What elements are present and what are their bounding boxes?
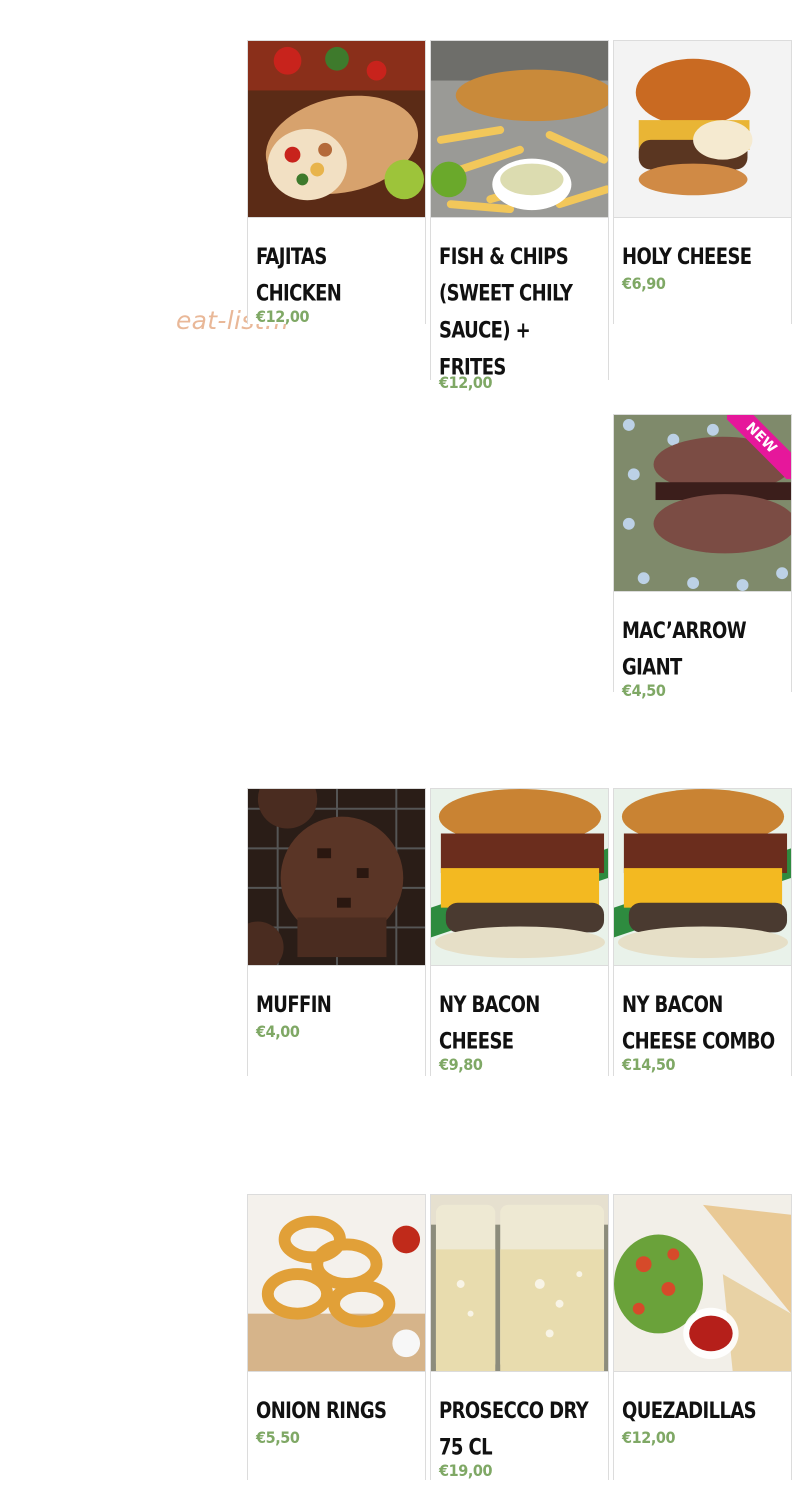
product-image-onion-rings[interactable] — [248, 1194, 425, 1372]
product-image-ny-bacon-cheese-combo[interactable] — [614, 788, 791, 966]
new-badge: NEW — [727, 415, 791, 479]
product-name[interactable]: Fajitas Chicken — [256, 238, 417, 312]
product-image-fajitas-chicken[interactable] — [248, 40, 425, 218]
product-name[interactable]: Prosecco Dry 75 cl — [439, 1392, 600, 1466]
product-name[interactable]: NY Bacon Cheese Combo — [622, 986, 783, 1060]
product-name[interactable]: Quezadillas — [622, 1392, 783, 1429]
product-card-prosecco[interactable]: Prosecco Dry 75 cl €19,00 — [430, 1194, 609, 1480]
product-image-holy-cheese[interactable] — [614, 40, 791, 218]
product-card-ny-bacon-cheese[interactable]: NY Bacon Cheese €9,80 — [430, 788, 609, 1076]
product-image-macarrow-giant[interactable]: NEW — [614, 414, 791, 592]
product-card-fish-chips[interactable]: Fish & Chips (Sweet chily sauce) + Frite… — [430, 40, 609, 392]
product-image-quezadillas[interactable] — [614, 1194, 791, 1372]
product-name[interactable]: Holy Cheese — [622, 238, 783, 275]
product-name[interactable]: Mac’arrow Giant — [622, 612, 783, 686]
product-image-ny-bacon-cheese[interactable] — [431, 788, 608, 966]
product-card-fajitas-chicken[interactable]: Fajitas Chicken €12,00 — [247, 40, 426, 326]
product-image-muffin[interactable] — [248, 788, 425, 966]
product-name[interactable]: Muffin — [256, 986, 417, 1023]
product-card-macarrow-giant[interactable]: NEW Mac’arrow Giant €4,50 — [613, 414, 792, 700]
product-card-onion-rings[interactable]: Onion Rings €5,50 — [247, 1194, 426, 1480]
product-image-fish-chips[interactable] — [431, 40, 608, 218]
product-card-muffin[interactable]: Muffin €4,00 — [247, 788, 426, 1076]
product-name[interactable]: Fish & Chips (Sweet chily sauce) + Frite… — [439, 238, 600, 386]
product-name[interactable]: Onion Rings — [256, 1392, 417, 1429]
product-name[interactable]: NY Bacon Cheese — [439, 986, 600, 1060]
product-card-ny-bacon-cheese-combo[interactable]: NY Bacon Cheese Combo €14,50 — [613, 788, 792, 1076]
product-card-holy-cheese[interactable]: Holy Cheese €6,90 — [613, 40, 792, 324]
product-card-quezadillas[interactable]: Quezadillas €12,00 — [613, 1194, 792, 1480]
product-image-prosecco[interactable] — [431, 1194, 608, 1372]
